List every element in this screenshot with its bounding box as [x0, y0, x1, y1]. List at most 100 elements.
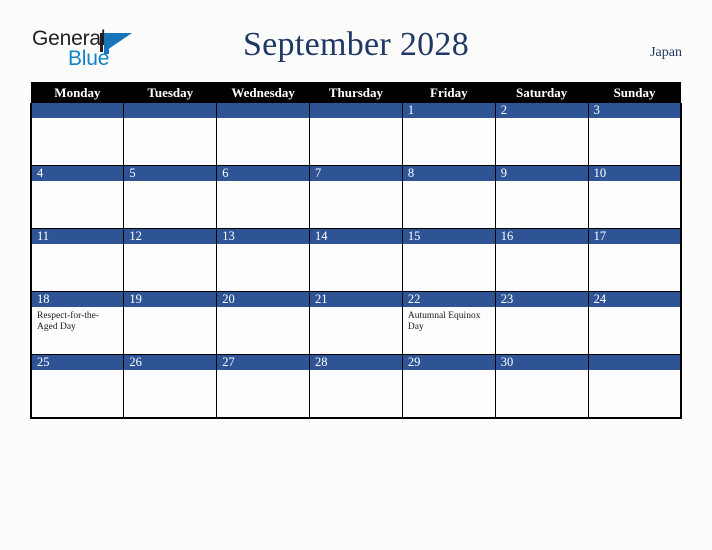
calendar-body: 1 2 3 4 5 6 7 8 9 10 11 12 13 14 15 16 1…: [30, 103, 682, 419]
day-event: [124, 370, 216, 374]
calendar-day-cell[interactable]: 8: [401, 165, 496, 229]
day-event: [124, 118, 216, 122]
calendar-day-cell[interactable]: [309, 103, 403, 166]
calendar-day-cell[interactable]: 21: [309, 291, 403, 355]
day-number: 7: [310, 166, 402, 181]
calendar-day-cell[interactable]: 28: [309, 354, 403, 419]
page-title: September 2028: [242, 26, 470, 63]
calendar-page: General Blue September 2028 Japan Monday…: [0, 0, 712, 550]
calendar-day-cell[interactable]: 5: [123, 165, 218, 229]
calendar-day-cell[interactable]: 26: [123, 354, 218, 419]
day-number: 25: [32, 355, 124, 370]
day-number: 3: [588, 103, 680, 118]
day-number: 1: [402, 103, 495, 118]
day-event: [217, 118, 309, 122]
day-number: 22: [402, 292, 495, 307]
calendar-day-cell[interactable]: 2: [494, 103, 589, 166]
calendar-day-cell[interactable]: 18 Respect-for-the-Aged Day: [30, 291, 125, 355]
calendar-day-cell[interactable]: 29: [401, 354, 496, 419]
day-event: [589, 244, 680, 248]
day-number: 9: [495, 166, 588, 181]
day-number: 2: [495, 103, 588, 118]
calendar-grid: Monday Tuesday Wednesday Thursday Friday…: [30, 82, 682, 419]
calendar-week-row: 11 12 13 14 15 16 17: [30, 228, 682, 292]
day-number: 16: [495, 229, 588, 244]
day-number: [217, 103, 310, 118]
calendar-week-row: 18 Respect-for-the-Aged Day 19 20 21 22: [30, 291, 682, 355]
calendar-day-cell[interactable]: 17: [587, 228, 682, 292]
weekday-header-friday: Friday: [402, 82, 496, 103]
weekday-header-wednesday: Wednesday: [216, 82, 310, 103]
day-number: 20: [217, 292, 310, 307]
calendar-day-cell[interactable]: 7: [309, 165, 403, 229]
day-event: [496, 307, 588, 311]
day-number: 10: [588, 166, 680, 181]
day-event: [310, 118, 402, 122]
calendar-day-cell[interactable]: 22 Autumnal Equinox Day: [401, 291, 496, 355]
weekday-header-thursday: Thursday: [309, 82, 403, 103]
day-number: 6: [217, 166, 310, 181]
calendar-week-row: 25 26 27 28 29 30: [30, 354, 682, 419]
day-event: [310, 307, 402, 311]
region-label: Japan: [650, 45, 682, 60]
calendar-day-cell[interactable]: 15: [401, 228, 496, 292]
day-event: [124, 181, 216, 185]
calendar-day-cell[interactable]: [30, 103, 125, 166]
weekday-header-row: Monday Tuesday Wednesday Thursday Friday…: [31, 82, 681, 103]
calendar-day-cell[interactable]: 4: [30, 165, 125, 229]
calendar-day-cell[interactable]: 25: [30, 354, 125, 419]
day-event: Respect-for-the-Aged Day: [37, 311, 100, 332]
day-number: 28: [310, 355, 402, 370]
day-number: 14: [310, 229, 402, 244]
day-event: [32, 244, 123, 248]
day-number: 30: [495, 355, 588, 370]
calendar-day-cell[interactable]: 19: [123, 291, 218, 355]
calendar-day-cell[interactable]: [216, 103, 311, 166]
day-number: 4: [32, 166, 124, 181]
calendar-day-cell[interactable]: [123, 103, 218, 166]
day-event: [310, 370, 402, 374]
day-event: [217, 244, 309, 248]
day-number: [310, 103, 402, 118]
day-number: 19: [124, 292, 217, 307]
calendar-day-cell[interactable]: 6: [216, 165, 311, 229]
day-event: [403, 118, 495, 122]
calendar-day-cell[interactable]: 14: [309, 228, 403, 292]
day-event: [32, 181, 123, 185]
calendar-day-cell[interactable]: 13: [216, 228, 311, 292]
day-number: [588, 355, 680, 370]
calendar-day-cell[interactable]: 11: [30, 228, 125, 292]
day-event: [589, 118, 680, 122]
calendar-day-cell[interactable]: 1: [401, 103, 496, 166]
day-event: [589, 370, 680, 374]
calendar-day-cell[interactable]: 27: [216, 354, 311, 419]
day-number: 11: [32, 229, 124, 244]
day-number: 23: [495, 292, 588, 307]
day-event: [310, 244, 402, 248]
calendar-day-cell[interactable]: 3: [587, 103, 682, 166]
calendar-day-cell[interactable]: 9: [494, 165, 589, 229]
day-number: [124, 103, 217, 118]
weekday-header-tuesday: Tuesday: [123, 82, 217, 103]
calendar-day-cell[interactable]: 24: [587, 291, 682, 355]
calendar-day-cell[interactable]: 12: [123, 228, 218, 292]
day-event: [124, 307, 216, 311]
day-number: 5: [124, 166, 217, 181]
day-event: [403, 244, 495, 248]
day-number: 15: [402, 229, 495, 244]
calendar-day-cell[interactable]: 20: [216, 291, 311, 355]
calendar-day-cell[interactable]: 23: [494, 291, 589, 355]
weekday-header-sunday: Sunday: [588, 82, 681, 103]
calendar-day-cell[interactable]: [587, 354, 682, 419]
day-number: 13: [217, 229, 310, 244]
day-number: 21: [310, 292, 402, 307]
day-number: [32, 103, 124, 118]
day-event: [403, 181, 495, 185]
day-event: [589, 307, 680, 311]
calendar-day-cell[interactable]: 10: [587, 165, 682, 229]
calendar-day-cell[interactable]: 16: [494, 228, 589, 292]
calendar-day-cell[interactable]: 30: [494, 354, 589, 419]
day-number: 24: [588, 292, 680, 307]
day-number: 26: [124, 355, 217, 370]
day-event: [496, 244, 588, 248]
